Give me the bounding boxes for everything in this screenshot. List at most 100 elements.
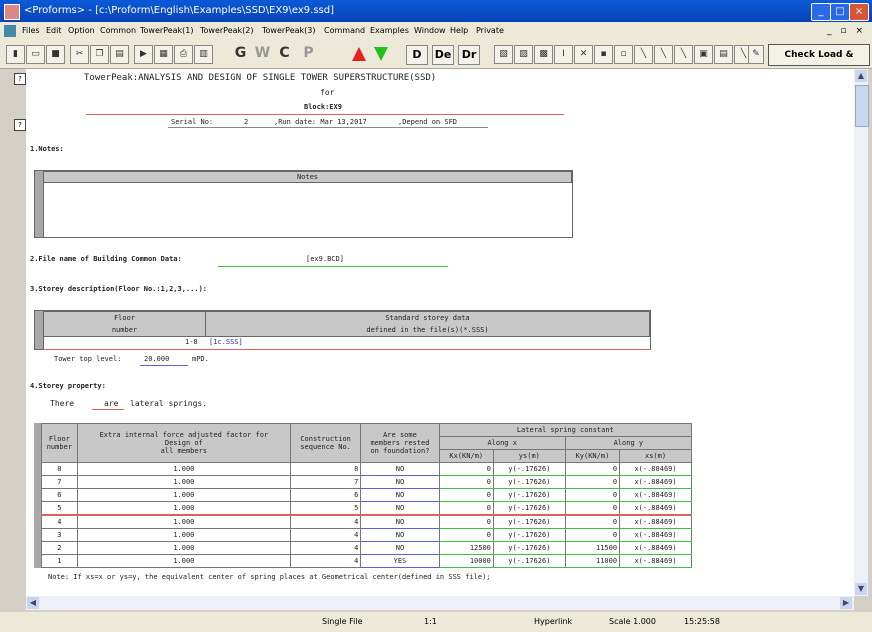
tool-icon-5[interactable]: ✕ [574, 45, 593, 64]
menu-help[interactable]: Help [450, 22, 468, 40]
table-cell-ys[interactable]: y(-.17626) [492, 475, 566, 489]
table-cell-floor[interactable]: 7 [41, 475, 78, 489]
storey-row-file[interactable]: [1c.SSS] [209, 338, 243, 346]
preview-icon[interactable]: ▥ [194, 45, 213, 64]
table-cell-floor[interactable]: 3 [41, 528, 78, 542]
table-cell-found[interactable]: NO [360, 528, 440, 542]
table-cell-seq[interactable]: 4 [289, 528, 362, 542]
tower-top-value[interactable]: 20.000 [144, 355, 169, 363]
table-cell-floor[interactable]: 6 [41, 488, 78, 502]
file-value[interactable]: [ex9.BCD] [306, 255, 344, 263]
help-marker-icon[interactable]: ? [14, 119, 26, 131]
table-cell-found[interactable]: YES [360, 554, 440, 568]
springs-value[interactable]: are [104, 399, 118, 408]
check-load-result-button[interactable]: Check Load & Result [768, 44, 870, 80]
document-icon[interactable] [4, 25, 16, 37]
table-cell-factor[interactable]: 1.000 [76, 501, 291, 516]
table-cell-found[interactable]: NO [360, 488, 440, 502]
scroll-up-icon[interactable]: ▲ [855, 70, 867, 82]
scroll-down-icon[interactable]: ▼ [855, 583, 867, 595]
tool-icon-3[interactable]: ▩ [534, 45, 553, 64]
dr-button[interactable]: Dr [458, 45, 480, 65]
table-cell-kx[interactable]: 0 [438, 501, 494, 516]
table-cell-floor[interactable]: 1 [41, 554, 78, 568]
table-cell-factor[interactable]: 1.000 [76, 488, 291, 502]
table-cell-xs[interactable]: x(-.88469) [619, 528, 692, 542]
table-cell-kx[interactable]: 0 [438, 488, 494, 502]
table-cell-kx[interactable]: 12500 [438, 541, 494, 555]
table-cell-kx[interactable]: 0 [438, 462, 494, 476]
g-button[interactable]: G [232, 45, 249, 62]
scroll-thumb[interactable] [855, 85, 869, 127]
menu-window[interactable]: Window [414, 22, 446, 40]
menu-common[interactable]: Common [100, 22, 136, 40]
paste-icon[interactable]: ▤ [110, 45, 129, 64]
tool-icon-12[interactable]: ▤ [714, 45, 733, 64]
menu-option[interactable]: Option [68, 22, 95, 40]
table-cell-ys[interactable]: y(-.17626) [492, 528, 566, 542]
table-cell-kx[interactable]: 10000 [438, 554, 494, 568]
table-cell-found[interactable]: NO [360, 514, 440, 529]
save-icon[interactable]: ■ [46, 45, 65, 64]
menu-private[interactable]: Private [476, 22, 504, 40]
table-cell-xs[interactable]: x(-.88469) [619, 554, 692, 568]
app-icon[interactable] [4, 4, 20, 20]
table-cell-xs[interactable]: x(-.88469) [619, 488, 692, 502]
table-cell-kx[interactable]: 0 [438, 514, 494, 529]
notes-box[interactable]: Notes [34, 170, 573, 238]
tool-icon-10[interactable]: ╲ [674, 45, 693, 64]
tool-icon-6[interactable]: ▪ [594, 45, 613, 64]
menu-examples[interactable]: Examples [370, 22, 409, 40]
serial-value[interactable]: 2 [244, 118, 248, 126]
tool-icon-8[interactable]: ╲ [634, 45, 653, 64]
table-cell-factor[interactable]: 1.000 [76, 475, 291, 489]
copy-icon[interactable]: ❐ [90, 45, 109, 64]
table-cell-ys[interactable]: y(-.17626) [492, 462, 566, 476]
p-button[interactable]: P [300, 45, 317, 62]
table-cell-ky[interactable]: 0 [564, 462, 621, 476]
help-marker-icon[interactable]: ? [14, 73, 26, 85]
table-cell-seq[interactable]: 6 [289, 488, 362, 502]
table-cell-ys[interactable]: y(-.17626) [492, 488, 566, 502]
menu-towerpeak1[interactable]: TowerPeak(1) [140, 22, 194, 40]
de-button[interactable]: De [432, 45, 454, 65]
minimize-button[interactable]: _ [811, 3, 831, 21]
menu-towerpeak3[interactable]: TowerPeak(3) [262, 22, 316, 40]
menu-towerpeak2[interactable]: TowerPeak(2) [200, 22, 254, 40]
table-cell-ky[interactable]: 0 [564, 475, 621, 489]
table-cell-xs[interactable]: x(-.88469) [619, 501, 692, 516]
edit-icon[interactable]: ✎ [748, 45, 764, 64]
table-cell-ky[interactable]: 11000 [564, 554, 621, 568]
run-list-icon[interactable]: ▦ [154, 45, 173, 64]
scroll-left-icon[interactable]: ◀ [27, 597, 39, 609]
mdi-controls[interactable]: _ ▫ × [827, 22, 866, 40]
scroll-right-icon[interactable]: ▶ [840, 597, 852, 609]
table-cell-floor[interactable]: 8 [41, 462, 78, 476]
table-cell-kx[interactable]: 0 [438, 475, 494, 489]
table-cell-kx[interactable]: 0 [438, 528, 494, 542]
horizontal-scrollbar[interactable]: ◀ ▶ [26, 596, 854, 610]
open-icon[interactable]: ▭ [26, 45, 45, 64]
table-cell-ky[interactable]: 0 [564, 488, 621, 502]
table-cell-xs[interactable]: x(-.88469) [619, 462, 692, 476]
table-cell-ky[interactable]: 0 [564, 514, 621, 529]
run-icon[interactable]: ▮ [6, 45, 25, 64]
table-cell-ys[interactable]: y(-.17626) [492, 541, 566, 555]
table-cell-found[interactable]: NO [360, 462, 440, 476]
table-cell-found[interactable]: NO [360, 475, 440, 489]
table-cell-ys[interactable]: y(-.17626) [492, 501, 566, 516]
w-button[interactable]: W [254, 45, 271, 62]
table-cell-ys[interactable]: y(-.17626) [492, 514, 566, 529]
table-cell-factor[interactable]: 1.000 [76, 462, 291, 476]
table-cell-xs[interactable]: x(-.88469) [619, 514, 692, 529]
table-cell-found[interactable]: NO [360, 501, 440, 516]
play-icon[interactable]: ▶ [134, 45, 153, 64]
table-cell-seq[interactable]: 7 [289, 475, 362, 489]
table-cell-xs[interactable]: x(-.88469) [619, 475, 692, 489]
tool-icon-1[interactable]: ▧ [494, 45, 513, 64]
table-cell-ky[interactable]: 0 [564, 528, 621, 542]
table-cell-ky[interactable]: 0 [564, 501, 621, 516]
c-button[interactable]: C [276, 45, 293, 62]
d-button[interactable]: D [406, 45, 428, 65]
table-cell-factor[interactable]: 1.000 [76, 528, 291, 542]
